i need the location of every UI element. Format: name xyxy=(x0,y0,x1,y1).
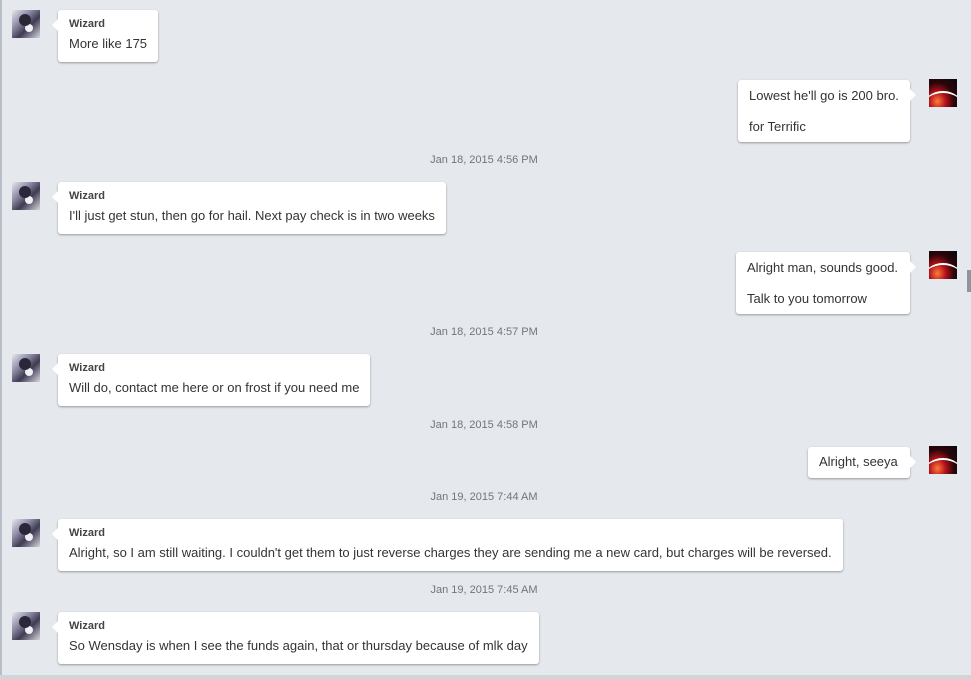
message-text: So Wensday is when I see the funds again… xyxy=(69,638,528,653)
sender-name: Wizard xyxy=(69,190,105,202)
message-text: Talk to you tomorrow xyxy=(747,291,867,306)
message-timestamp: Jan 19, 2015 7:44 AM xyxy=(430,491,538,503)
space-planet-avatar-icon[interactable] xyxy=(929,446,957,474)
message-text: Alright man, sounds good. xyxy=(747,260,899,275)
message-text: Will do, contact me here or on frost if … xyxy=(69,380,360,395)
sender-name: Wizard xyxy=(69,362,105,374)
received-message[interactable]: Wizard I'll just get stun, then go for h… xyxy=(52,182,446,234)
message-text: More like 175 xyxy=(69,36,148,51)
received-message[interactable]: Wizard More like 175 xyxy=(51,10,159,62)
sender-name: Wizard xyxy=(69,18,105,30)
scrollbar-handle[interactable] xyxy=(967,270,971,292)
space-planet-avatar-icon[interactable] xyxy=(929,251,957,279)
space-planet-avatar-icon[interactable] xyxy=(929,79,957,107)
message-timestamp: Jan 18, 2015 4:56 PM xyxy=(430,154,538,166)
message-text: Lowest he'll go is 200 bro. xyxy=(749,88,899,103)
sender-name: Wizard xyxy=(69,527,105,539)
message-text: I'll just get stun, then go for hail. Ne… xyxy=(69,208,435,223)
wizard-avatar-icon[interactable] xyxy=(12,182,40,210)
message-timestamp: Jan 19, 2015 7:45 AM xyxy=(430,584,538,596)
sent-message[interactable]: Lowest he'll go is 200 bro. for Terrific xyxy=(738,80,916,142)
message-text: Alright, seeya xyxy=(819,454,898,469)
wizard-avatar-icon[interactable] xyxy=(12,10,40,38)
wizard-avatar-icon[interactable] xyxy=(12,612,40,640)
message-timestamp: Jan 18, 2015 4:57 PM xyxy=(430,326,538,338)
message-text: for Terrific xyxy=(749,119,806,134)
wizard-avatar-icon[interactable] xyxy=(12,354,40,382)
sender-name: Wizard xyxy=(69,620,105,632)
received-message[interactable]: Wizard So Wensday is when I see the fund… xyxy=(52,612,539,664)
message-timestamp: Jan 18, 2015 4:58 PM xyxy=(430,419,538,431)
received-message[interactable]: Wizard Alright, so I am still waiting. I… xyxy=(52,519,843,571)
sent-message[interactable]: Alright man, sounds good. Talk to you to… xyxy=(736,252,916,314)
message-text: Alright, so I am still waiting. I couldn… xyxy=(69,545,832,560)
bottom-border xyxy=(0,675,971,679)
left-border xyxy=(0,0,2,679)
wizard-avatar-icon[interactable] xyxy=(12,519,40,547)
received-message[interactable]: Wizard Will do, contact me here or on fr… xyxy=(51,354,371,406)
sent-message[interactable]: Alright, seeya xyxy=(808,447,916,478)
